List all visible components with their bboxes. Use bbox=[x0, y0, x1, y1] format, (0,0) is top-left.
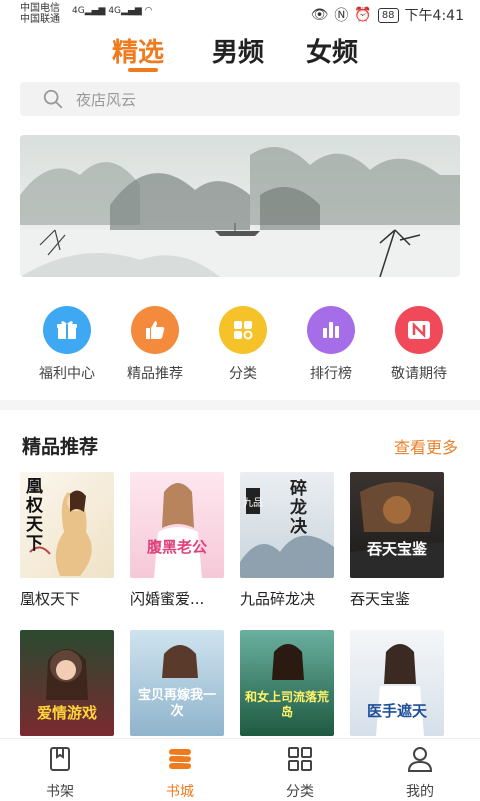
cover-title: 宝贝再嫁我一次 bbox=[137, 688, 216, 719]
status-right: 👁 Ⓝ ⏰ 88 下午4:41 bbox=[311, 5, 464, 25]
book-cover: 宝贝再嫁我一次 bbox=[130, 630, 224, 736]
search-bar[interactable]: 夜店风云 bbox=[20, 82, 460, 116]
cover-title: 爱情游戏 bbox=[36, 704, 97, 722]
book-cover: 和女上司流落荒岛 bbox=[240, 630, 334, 736]
network-type-2: 4G bbox=[108, 6, 122, 16]
status-bar: 中国电信 中国联通 4G▂▄▆ 4G▂▄▆ ◠ 👁 Ⓝ ⏰ 88 下午4:41 bbox=[0, 0, 480, 30]
nav-profile[interactable]: 我的 bbox=[385, 745, 455, 801]
book-cover: 医手遮天 bbox=[350, 630, 444, 736]
clock: 下午4:41 bbox=[404, 8, 464, 24]
section-divider bbox=[0, 400, 480, 410]
book-title: 凰权天下 bbox=[20, 590, 81, 608]
search-icon bbox=[43, 89, 63, 109]
landscape-painting bbox=[20, 135, 460, 277]
top-tabs: 精选 男频 女频 bbox=[0, 30, 480, 75]
book-cover: 爱情游戏 bbox=[20, 630, 114, 736]
nav-label: 我的 bbox=[406, 784, 434, 800]
cover-title: 凰权天下 bbox=[26, 477, 43, 554]
battery-icon: 88 bbox=[377, 7, 399, 23]
tab-male[interactable]: 男频 bbox=[212, 32, 264, 69]
bookshelf-icon bbox=[50, 747, 70, 771]
alarm-icon: ⏰ bbox=[354, 7, 372, 23]
nav-label: 书架 bbox=[46, 784, 74, 800]
cover-title: 医手遮天 bbox=[366, 702, 427, 720]
book-item[interactable]: 和女上司流落荒岛 bbox=[240, 630, 336, 736]
quick-item-ranking[interactable]: 排行榜 bbox=[286, 306, 376, 383]
nav-bookshelf[interactable]: 书架 bbox=[25, 745, 95, 801]
bar-chart-icon bbox=[307, 306, 355, 354]
quick-entry-row: 福利中心 精品推荐 分类 排行榜 敬请期待 bbox=[0, 306, 480, 386]
book-item[interactable]: 医手遮天 bbox=[350, 630, 446, 736]
category-icon bbox=[288, 747, 312, 771]
quick-item-label: 福利中心 bbox=[39, 366, 95, 382]
book-cover: 腹黑老公 bbox=[130, 472, 224, 578]
carrier-info: 中国电信 中国联通 bbox=[20, 3, 60, 25]
thumbs-up-icon bbox=[131, 306, 179, 354]
book-item[interactable]: 爱情游戏 bbox=[20, 630, 116, 736]
nav-label: 书城 bbox=[166, 784, 194, 800]
search-input[interactable]: 夜店风云 bbox=[76, 89, 136, 110]
carrier-2: 中国联通 bbox=[20, 14, 60, 25]
gift-icon bbox=[43, 306, 91, 354]
book-item[interactable]: 腹黑老公 闪婚蜜爱... bbox=[130, 472, 226, 609]
see-more-link[interactable]: 查看更多 bbox=[394, 434, 458, 458]
quick-item-label: 排行榜 bbox=[310, 366, 352, 382]
cover-title: 腹黑老公 bbox=[146, 538, 207, 556]
nav-category[interactable]: 分类 bbox=[265, 745, 335, 801]
quick-item-recommend[interactable]: 精品推荐 bbox=[110, 306, 200, 383]
cover-title: 碎龙决 bbox=[290, 479, 307, 537]
bookstore-icon bbox=[168, 749, 192, 769]
quick-item-category[interactable]: 分类 bbox=[198, 306, 288, 383]
book-item[interactable]: 凰权天下 凰权天下 bbox=[20, 472, 116, 609]
signal-icon: 4G▂▄▆ 4G▂▄▆ ◠ bbox=[72, 6, 153, 16]
book-cover: 吞天宝鉴 bbox=[350, 472, 444, 578]
book-cover: 凰权天下 bbox=[20, 472, 114, 578]
cover-title: 吞天宝鉴 bbox=[366, 540, 427, 558]
banner-image[interactable] bbox=[20, 135, 460, 277]
section-title: 精品推荐 bbox=[22, 436, 99, 458]
svg-text:九品: 九品 bbox=[243, 497, 263, 509]
nav-label: 分类 bbox=[286, 784, 314, 800]
tab-featured[interactable]: 精选 bbox=[112, 32, 164, 69]
book-title: 闪婚蜜爱... bbox=[130, 590, 205, 608]
cover-title: 和女上司流落荒岛 bbox=[244, 690, 329, 719]
n-badge-icon bbox=[395, 306, 443, 354]
book-item[interactable]: 吞天宝鉴 吞天宝鉴 bbox=[350, 472, 446, 609]
book-cover: 九品 碎龙决 bbox=[240, 472, 334, 578]
quick-item-welfare[interactable]: 福利中心 bbox=[22, 306, 112, 383]
profile-icon bbox=[407, 747, 433, 772]
bottom-nav: 书架 书城 分类 我的 bbox=[0, 738, 480, 800]
eye-icon: 👁 bbox=[310, 7, 329, 23]
nav-bookstore[interactable]: 书城 bbox=[145, 745, 215, 801]
quick-item-label: 分类 bbox=[229, 366, 257, 382]
network-type-1: 4G bbox=[72, 6, 85, 16]
grid-icon bbox=[219, 306, 267, 354]
book-item[interactable]: 九品 碎龙决 九品碎龙决 bbox=[240, 472, 336, 609]
book-title: 吞天宝鉴 bbox=[350, 590, 411, 608]
quick-item-label: 敬请期待 bbox=[391, 366, 447, 382]
active-tab-indicator bbox=[128, 68, 158, 72]
tab-female[interactable]: 女频 bbox=[306, 32, 358, 69]
quick-item-coming-soon[interactable]: 敬请期待 bbox=[374, 306, 464, 383]
quick-item-label: 精品推荐 bbox=[127, 366, 183, 382]
carrier-1: 中国电信 bbox=[20, 3, 60, 14]
book-title: 九品碎龙决 bbox=[240, 590, 316, 608]
book-item[interactable]: 宝贝再嫁我一次 bbox=[130, 630, 226, 736]
nfc-icon: Ⓝ bbox=[334, 8, 349, 24]
